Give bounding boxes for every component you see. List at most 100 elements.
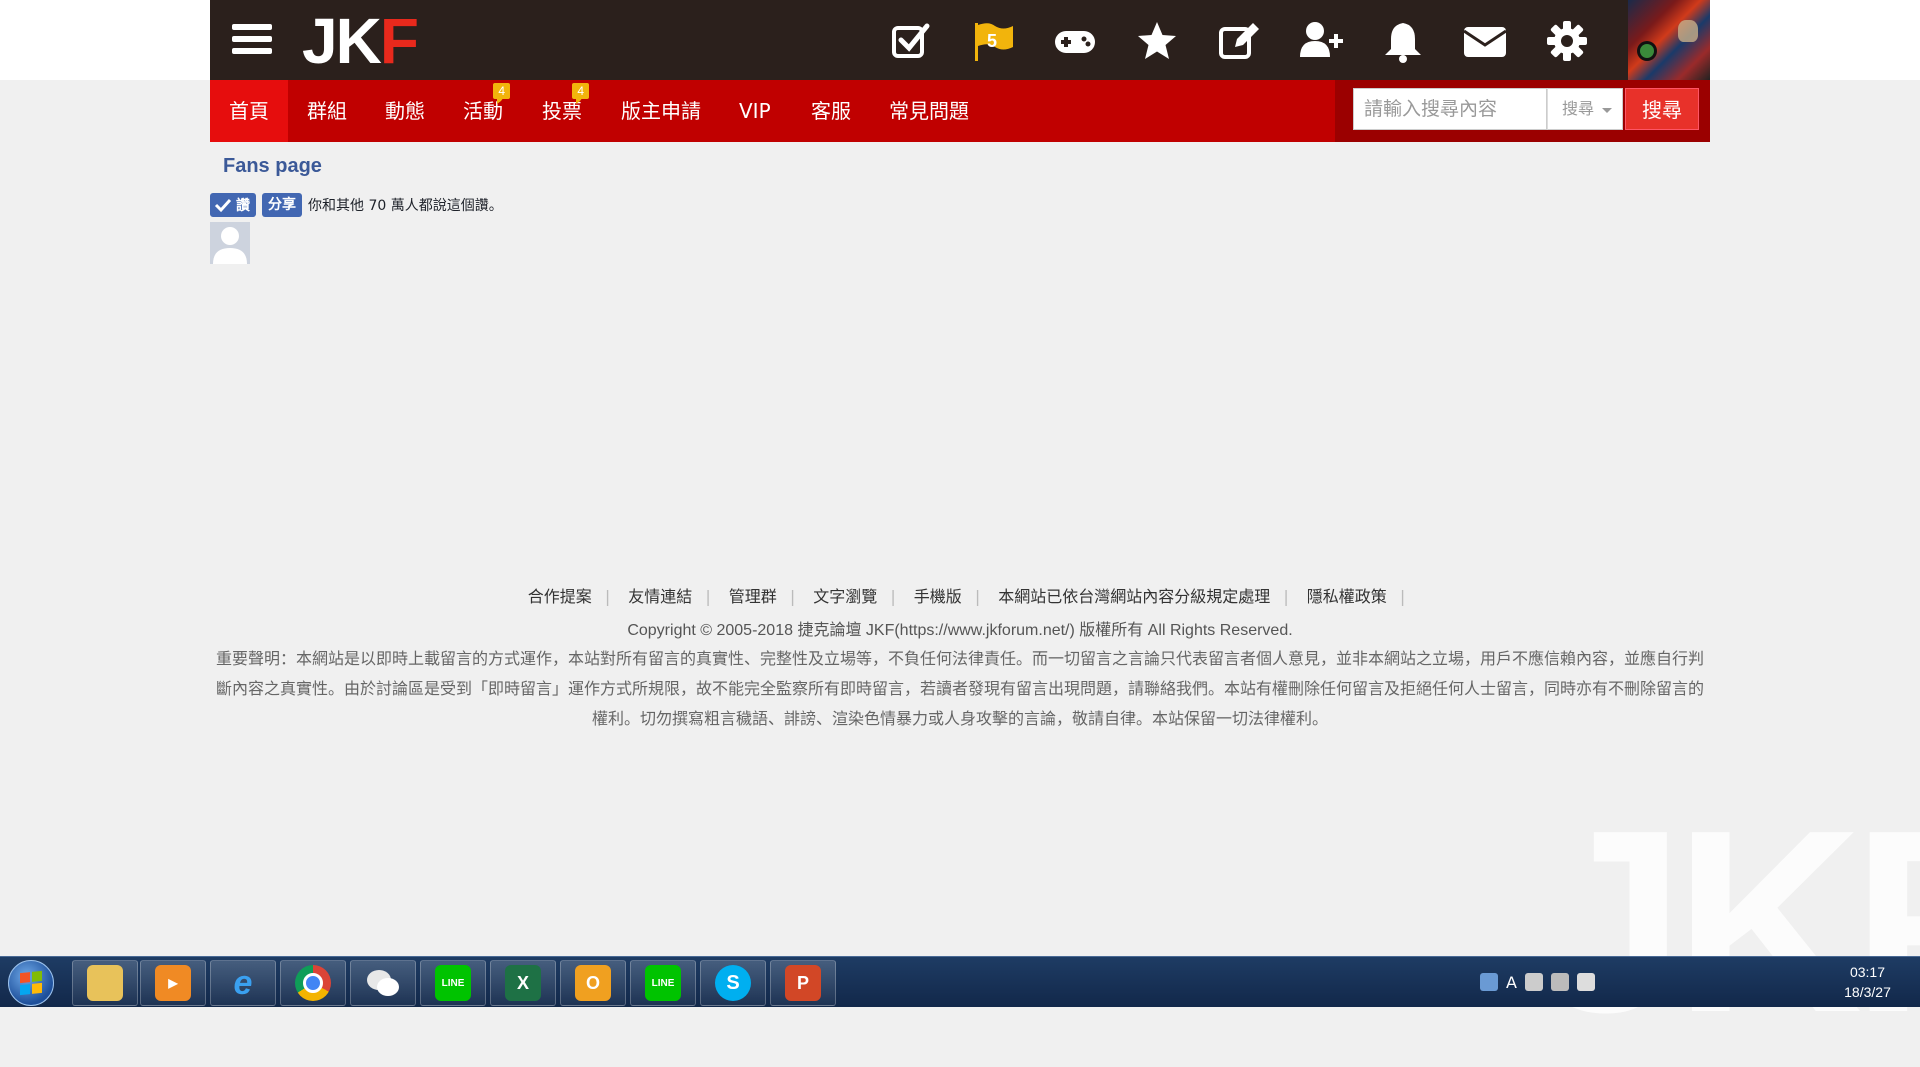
footer-link-admin-group[interactable]: 管理群 bbox=[716, 587, 790, 606]
fb-friend-avatar[interactable] bbox=[210, 222, 250, 264]
nav-home[interactable]: 首頁 bbox=[210, 80, 288, 142]
skype-icon: S bbox=[715, 965, 751, 1001]
gamepad-icon[interactable] bbox=[1050, 16, 1100, 66]
footer-separator: | bbox=[890, 587, 896, 606]
top-header-inner: JKF 5 bbox=[210, 0, 1710, 80]
footer-links: 合作提案 | 友情連結 | 管理群 | 文字瀏覽 | 手機版 | 本網站已依台灣網站內容分… bbox=[0, 583, 1920, 607]
fans-page-link[interactable]: Fans page bbox=[223, 155, 322, 178]
taskbar-chrome[interactable] bbox=[280, 960, 346, 1006]
search-button[interactable]: 搜尋 bbox=[1625, 88, 1699, 130]
line-icon: LINE bbox=[645, 965, 681, 1001]
system-clock[interactable]: 03:17 18/3/27 bbox=[1820, 962, 1915, 1002]
nav-support[interactable]: 客服 bbox=[792, 80, 870, 142]
gear-icon[interactable] bbox=[1542, 16, 1592, 66]
flag-count: 5 bbox=[987, 31, 998, 51]
disclaimer-text: 重要聲明：本網站是以即時上載留言的方式運作，本站對所有留言的真實性、完整性及立場… bbox=[215, 649, 1704, 728]
start-button[interactable] bbox=[8, 960, 54, 1006]
nav-votes[interactable]: 投票 4 bbox=[523, 80, 601, 142]
nav-moderator-apply[interactable]: 版主申請 bbox=[602, 80, 720, 142]
main-nav: 首頁 群組 動態 活動4 投票4 版主申請 VIP 客服 常見問題 搜尋 搜尋 bbox=[210, 80, 1710, 142]
nav-faq[interactable]: 常見問題 bbox=[870, 80, 988, 142]
footer-separator: | bbox=[789, 587, 796, 606]
footer-link-content-rating[interactable]: 本網站已依台灣網站內容分級規定處理 bbox=[985, 587, 1283, 606]
bell-icon[interactable] bbox=[1378, 16, 1428, 66]
nav-vip[interactable]: VIP bbox=[720, 80, 790, 142]
fb-like-count-text: 你和其他 70 萬人都說這個讚。 bbox=[308, 198, 503, 214]
footer-link-mobile[interactable]: 手機版 bbox=[901, 587, 975, 606]
outlook-icon: O bbox=[575, 965, 611, 1001]
nav-vip-label: VIP bbox=[739, 99, 771, 123]
nav-groups-label: 群組 bbox=[307, 99, 347, 123]
footer-separator: | bbox=[705, 587, 711, 606]
nav-moderator-apply-label: 版主申請 bbox=[621, 99, 701, 123]
windows-taskbar: ▶ e LINE X O LINE S P A 03:17 18/3/27 bbox=[0, 956, 1920, 1007]
check-square-icon[interactable] bbox=[886, 16, 936, 66]
ie-icon: e bbox=[233, 963, 253, 1002]
system-tray: A bbox=[1480, 969, 1595, 995]
nav-activity-feed-label: 動態 bbox=[385, 99, 425, 123]
footer-link-text-view[interactable]: 文字瀏覽 bbox=[800, 587, 890, 606]
taskbar-skype[interactable]: S bbox=[700, 960, 766, 1006]
copyright-text: Copyright © 2005-2018 捷克論壇 JKF(https://w… bbox=[627, 622, 1293, 639]
taskbar-wechat[interactable] bbox=[350, 960, 416, 1006]
site-logo[interactable]: JKF bbox=[302, 6, 419, 76]
chevron-down-icon bbox=[1602, 108, 1612, 118]
clock-time: 03:17 bbox=[1849, 964, 1886, 980]
nav-activity-feed[interactable]: 動態 bbox=[366, 80, 444, 142]
play-icon: ▶ bbox=[155, 965, 191, 1001]
taskbar-line-2[interactable]: LINE bbox=[630, 960, 696, 1006]
nav-support-label: 客服 bbox=[811, 99, 851, 123]
check-icon bbox=[214, 198, 232, 213]
powerpoint-icon: P bbox=[785, 965, 821, 1001]
search-type-label: 搜尋 bbox=[1562, 99, 1595, 118]
tray-battery-icon[interactable] bbox=[1576, 973, 1595, 991]
chrome-icon bbox=[295, 965, 331, 1001]
footer-separator: | bbox=[1283, 587, 1289, 606]
add-user-icon[interactable] bbox=[1296, 16, 1346, 66]
taskbar-powerpoint[interactable]: P bbox=[770, 960, 836, 1006]
events-badge: 4 bbox=[493, 83, 510, 104]
footer-link-partnership[interactable]: 合作提案 bbox=[515, 587, 605, 606]
votes-badge: 4 bbox=[572, 83, 589, 104]
excel-icon: X bbox=[505, 965, 541, 1001]
input-language[interactable]: A bbox=[1506, 973, 1517, 992]
footer-separator: | bbox=[604, 587, 611, 606]
flag-icon[interactable]: 5 bbox=[968, 16, 1018, 66]
star-icon[interactable] bbox=[1132, 16, 1182, 66]
taskbar-media-player[interactable]: ▶ bbox=[140, 960, 206, 1006]
taskbar-file-explorer[interactable] bbox=[72, 960, 138, 1006]
clock-date: 18/3/27 bbox=[1844, 984, 1891, 1000]
nav-events[interactable]: 活動 4 bbox=[444, 80, 522, 142]
nav-home-label: 首頁 bbox=[229, 99, 269, 123]
taskbar-line[interactable]: LINE bbox=[420, 960, 486, 1006]
footer-link-privacy[interactable]: 隱私權政策 bbox=[1294, 587, 1400, 606]
tray-volume-icon[interactable] bbox=[1550, 973, 1569, 991]
search-type-select[interactable]: 搜尋 bbox=[1547, 88, 1623, 130]
user-silhouette-icon bbox=[213, 227, 247, 264]
user-avatar[interactable] bbox=[1628, 0, 1710, 80]
footer-separator: | bbox=[1399, 587, 1406, 606]
search-input[interactable] bbox=[1353, 88, 1547, 130]
fb-like-button[interactable]: 讚 bbox=[210, 193, 256, 217]
taskbar-excel[interactable]: X bbox=[490, 960, 556, 1006]
footer-link-friend-links[interactable]: 友情連結 bbox=[615, 587, 705, 606]
line-icon: LINE bbox=[435, 965, 471, 1001]
nav-groups[interactable]: 群組 bbox=[288, 80, 366, 142]
fb-share-button[interactable]: 分享 bbox=[262, 193, 302, 217]
envelope-icon[interactable] bbox=[1460, 16, 1510, 66]
hamburger-menu-icon[interactable] bbox=[232, 24, 272, 58]
fb-like-row: 讚 分享 你和其他 70 萬人都說這個讚。 bbox=[210, 192, 503, 218]
tray-network-icon[interactable] bbox=[1480, 973, 1498, 991]
top-header: JKF 5 bbox=[0, 0, 1920, 80]
taskbar-outlook[interactable]: O bbox=[560, 960, 626, 1006]
wechat-icon bbox=[365, 965, 401, 1001]
search-area: 搜尋 搜尋 bbox=[1335, 80, 1710, 142]
folder-icon bbox=[87, 965, 123, 1001]
fb-like-label: 讚 bbox=[236, 198, 250, 214]
nav-faq-label: 常見問題 bbox=[889, 99, 969, 123]
taskbar-internet-explorer[interactable]: e bbox=[210, 960, 276, 1006]
edit-icon[interactable] bbox=[1214, 16, 1264, 66]
tray-app-icon[interactable] bbox=[1524, 973, 1543, 991]
footer-separator: | bbox=[974, 587, 981, 606]
windows-logo-icon bbox=[20, 970, 42, 996]
